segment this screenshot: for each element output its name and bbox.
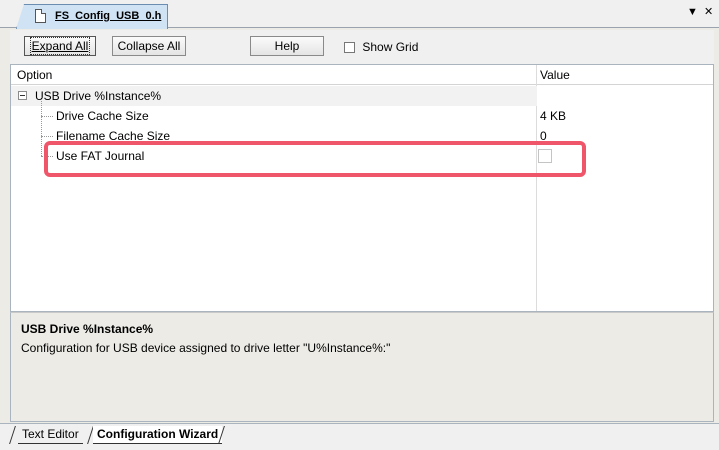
tab-text-editor[interactable]: Text Editor (18, 426, 83, 444)
bottom-tab-strip: Text Editor Configuration Wizard (0, 423, 719, 450)
highlight-box (44, 141, 586, 177)
tab-separator (9, 426, 16, 444)
column-header-value: Value (540, 68, 570, 82)
document-tab-strip: FS_Config_USB_0.h ▼ ✕ (0, 0, 719, 29)
column-header-option: Option (17, 68, 53, 82)
show-grid-checkbox[interactable]: Show Grid (344, 40, 418, 54)
grid-header: Option Value (11, 65, 713, 85)
show-grid-checkbox-box[interactable] (344, 42, 355, 53)
help-button[interactable]: Help (250, 36, 324, 56)
collapse-all-label: Collapse All (117, 39, 181, 53)
dropdown-arrow-icon[interactable]: ▼ (687, 6, 698, 18)
option-row-drive-cache-size[interactable]: Drive Cache Size 4 KB (11, 106, 713, 126)
show-grid-label: Show Grid (362, 40, 419, 54)
tab-configuration-wizard[interactable]: Configuration Wizard (93, 426, 223, 444)
option-value[interactable]: 4 KB (540, 109, 566, 123)
tree-branch (41, 116, 53, 117)
collapse-icon[interactable] (18, 91, 27, 100)
document-tab-label: FS_Config_USB_0.h (55, 10, 162, 22)
expand-all-button[interactable]: Expand All (24, 36, 96, 56)
configuration-grid: Option Value USB Drive %Instance% Drive … (10, 64, 714, 312)
description-title: USB Drive %Instance% (21, 322, 154, 336)
collapse-all-button[interactable]: Collapse All (112, 36, 186, 56)
description-text: Configuration for USB device assigned to… (21, 341, 391, 355)
close-icon[interactable]: ✕ (704, 6, 713, 18)
tree-branch (41, 136, 53, 137)
group-row-usb-drive[interactable]: USB Drive %Instance% (11, 86, 537, 106)
expand-all-label: Expand All (29, 37, 91, 55)
option-label: Drive Cache Size (56, 109, 149, 123)
toolbar: Expand All Collapse All Help Show Grid (10, 30, 714, 64)
help-label: Help (274, 39, 300, 53)
document-tab[interactable]: FS_Config_USB_0.h (16, 4, 168, 29)
description-panel: USB Drive %Instance% Configuration for U… (10, 312, 714, 422)
document-icon (35, 9, 46, 23)
group-label: USB Drive %Instance% (35, 89, 162, 103)
